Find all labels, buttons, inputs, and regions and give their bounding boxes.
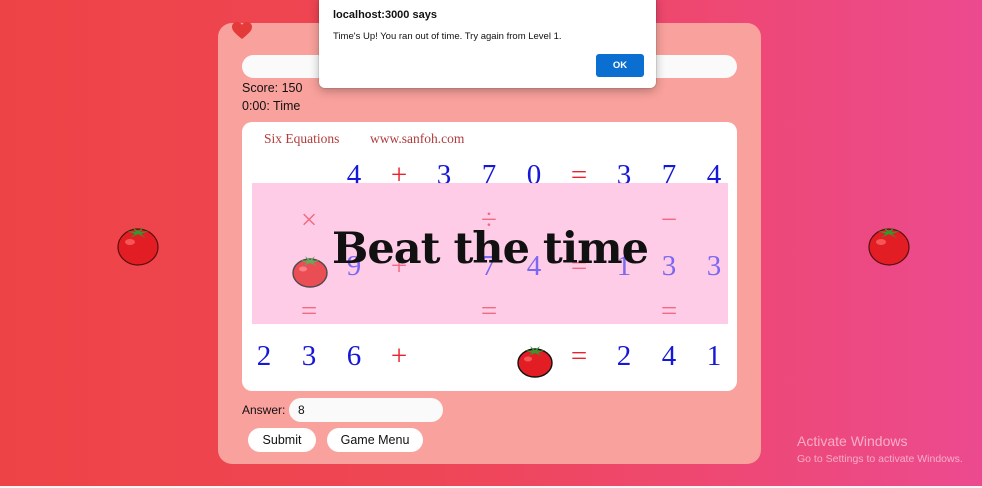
puzzle-cell: = <box>660 295 678 327</box>
answer-input[interactable] <box>289 398 443 422</box>
puzzle-site-link[interactable]: www.sanfoh.com <box>370 131 464 147</box>
activate-windows-subtitle: Go to Settings to activate Windows. <box>797 453 963 465</box>
puzzle-cell: 3 <box>301 340 317 372</box>
ok-button[interactable]: OK <box>596 54 644 77</box>
puzzle-cell: 1 <box>706 340 722 372</box>
puzzle-cell: 2 <box>616 340 632 372</box>
activate-windows-title: Activate Windows <box>797 433 908 449</box>
dialog-title: localhost:3000 says <box>333 9 437 21</box>
tomato-icon <box>868 227 910 266</box>
heart-icon <box>232 22 252 39</box>
game-menu-button[interactable]: Game Menu <box>327 428 423 452</box>
time-display: 0:00: Time <box>242 99 301 113</box>
puzzle-cell: 2 <box>256 340 272 372</box>
tomato-icon <box>117 227 159 266</box>
puzzle-cell: = <box>480 295 498 327</box>
puzzle-cell: 6 <box>346 340 362 372</box>
puzzle-cell: = <box>300 295 318 327</box>
alert-dialog: localhost:3000 says Time's Up! You ran o… <box>319 0 656 88</box>
dialog-message: Time's Up! You ran out of time. Try agai… <box>333 31 562 42</box>
score-display: Score: 150 <box>242 81 303 95</box>
puzzle-title: Six Equations <box>264 131 340 146</box>
tomato-icon[interactable] <box>516 342 554 380</box>
answer-label: Answer: <box>242 403 286 417</box>
overlay-message: Beat the time <box>332 224 649 274</box>
puzzle-cell: 4 <box>661 340 677 372</box>
submit-button[interactable]: Submit <box>248 428 316 452</box>
puzzle-cell: + <box>390 340 408 372</box>
puzzle-cell: = <box>570 340 588 372</box>
